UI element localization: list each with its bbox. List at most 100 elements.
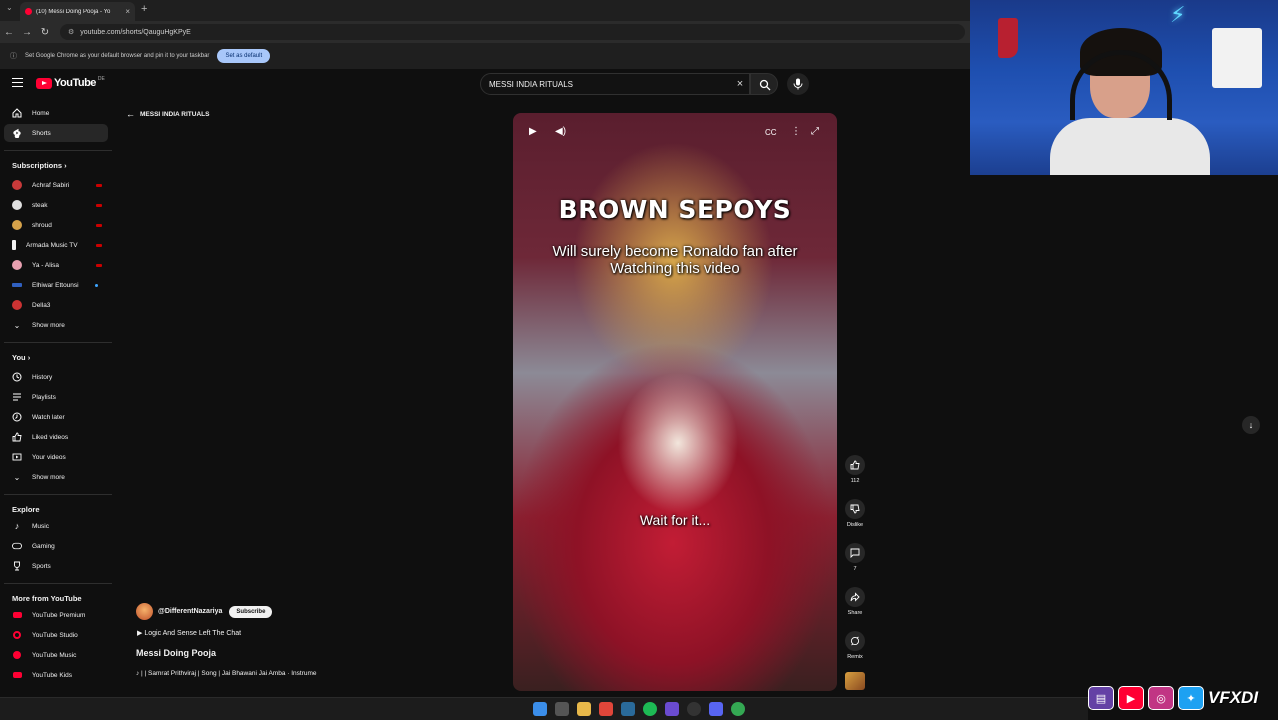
obs-icon[interactable] [687, 702, 701, 716]
share-button[interactable]: Share [843, 587, 867, 616]
subscription-item[interactable]: shroud [4, 216, 108, 234]
site-info-icon[interactable]: ⚙ [68, 28, 74, 36]
subscription-label: Della3 [32, 301, 51, 309]
close-tab-icon[interactable]: × [125, 7, 130, 16]
start-menu-icon[interactable] [533, 702, 547, 716]
subscription-item[interactable]: Elhiwar Ettounsi [4, 276, 108, 294]
more-options-icon[interactable]: ⋮ [791, 126, 801, 137]
file-explorer-icon[interactable] [577, 702, 591, 716]
sidebar-item-gaming[interactable]: Gaming [4, 537, 108, 555]
url-field[interactable]: ⚙ youtube.com/shorts/QauguHgKPyE [60, 24, 965, 40]
video-overlay-subtitle: Will surely become Ronaldo fan after Wat… [552, 243, 798, 277]
reload-icon[interactable]: ↻ [36, 27, 54, 38]
live-indicator-icon [96, 263, 102, 267]
back-icon[interactable]: ← [0, 27, 18, 38]
subscription-item[interactable]: Achraf Sabiri [4, 176, 108, 194]
subscription-label: Elhiwar Ettounsi [32, 281, 79, 289]
tab-title: (10) Messi Doing Pooja - Yo [36, 8, 111, 15]
subscription-item[interactable]: Armada Music TV [4, 236, 108, 254]
playlist-link[interactable]: ▶ Logic And Sense Left The Chat [137, 629, 241, 637]
you-heading-label: You [12, 353, 26, 362]
sidebar-item-sports[interactable]: Sports [4, 557, 108, 575]
channel-avatar [12, 300, 22, 310]
chevron-right-icon: › [64, 161, 67, 170]
social-handle: VFXDI [1208, 688, 1259, 707]
sidebar-item-label: Playlists [32, 393, 56, 401]
clear-search-icon[interactable]: × [731, 78, 749, 90]
forward-icon[interactable]: → [18, 27, 36, 38]
dislike-button[interactable]: Dislike [843, 499, 867, 528]
spotify-icon[interactable] [643, 702, 657, 716]
sidebar-item-label: Watch later [32, 413, 65, 421]
sidebar-item-history[interactable]: History [4, 368, 108, 386]
search-button[interactable] [750, 73, 778, 95]
avatar[interactable] [136, 603, 153, 620]
subscription-label: steak [32, 201, 48, 209]
steam-icon[interactable] [621, 702, 635, 716]
captions-icon[interactable]: CC [765, 128, 777, 137]
task-view-icon[interactable] [555, 702, 569, 716]
channel-avatar [12, 240, 16, 250]
play-icon[interactable]: ▶ [529, 126, 537, 137]
fullscreen-icon[interactable]: ⤢ [811, 126, 819, 137]
sidebar-item-youtube-premium[interactable]: YouTube Premium [4, 606, 108, 624]
streamer-shirt [1050, 118, 1210, 175]
like-button[interactable]: 112 [843, 455, 867, 484]
home-icon [12, 108, 22, 118]
share-icon [845, 587, 865, 607]
sidebar-item-watch-later[interactable]: Watch later [4, 408, 108, 426]
search-value: MESSI INDIA RITUALS [489, 79, 574, 89]
show-more-you[interactable]: ⌄ Show more [4, 468, 108, 486]
audio-source-thumbnail[interactable] [845, 672, 865, 690]
sidebar-item-label: Music [32, 522, 49, 530]
sidebar-item-shorts[interactable]: Shorts [4, 124, 108, 142]
discord-icon[interactable] [709, 702, 723, 716]
new-tab-icon[interactable]: + [141, 3, 147, 15]
browser-tab[interactable]: (10) Messi Doing Pooja - Yo × [20, 2, 135, 21]
set-default-button[interactable]: Set as default [217, 49, 271, 63]
comment-icon [845, 543, 865, 563]
video-editor-icon[interactable] [665, 702, 679, 716]
chrome-icon[interactable] [731, 702, 745, 716]
sidebar-item-youtube-studio[interactable]: YouTube Studio [4, 626, 108, 644]
search-icon [759, 79, 771, 91]
sidebar-item-music[interactable]: ♪ Music [4, 517, 108, 535]
comments-button[interactable]: 7 [843, 543, 867, 572]
search-input[interactable]: MESSI INDIA RITUALS × [480, 73, 750, 95]
menu-icon[interactable] [12, 78, 23, 87]
sidebar-item-label: Home [32, 109, 50, 117]
sidebar-item-home[interactable]: Home [4, 104, 108, 122]
sidebar-item-liked-videos[interactable]: Liked videos [4, 428, 108, 446]
subscription-item[interactable]: Ya - Alisa [4, 256, 108, 274]
subscription-item[interactable]: Della3 [4, 296, 108, 314]
voice-search-button[interactable] [787, 73, 809, 95]
channel-avatar [12, 200, 22, 210]
live-indicator-icon [96, 203, 102, 207]
music-link[interactable]: ♪ | | Samrat Prithviraj | Song | Jai Bha… [136, 670, 317, 677]
back-to-search-link[interactable]: ← MESSI INDIA RITUALS [126, 109, 209, 119]
show-more-subscriptions[interactable]: ⌄ Show more [4, 316, 108, 334]
video-overlay-caption: Wait for it... [639, 512, 711, 528]
sidebar-item-your-videos[interactable]: Your videos [4, 448, 108, 466]
subscribe-button[interactable]: Subscribe [229, 605, 273, 618]
brave-browser-icon[interactable] [599, 702, 613, 716]
remix-button[interactable]: Remix [843, 631, 867, 660]
sidebar-item-playlists[interactable]: Playlists [4, 388, 108, 406]
twitch-icon: ▤ [1088, 686, 1114, 710]
youtube-logo[interactable]: YouTube DE [36, 76, 105, 89]
volume-icon[interactable]: ◀) [555, 126, 566, 137]
shorts-video-player[interactable]: ▶ ◀) CC ⋮ ⤢ BROWN SEPOYS Will surely bec… [513, 113, 837, 691]
next-short-button[interactable]: ↓ [1242, 416, 1260, 434]
history-icon [12, 372, 22, 382]
windows-taskbar [0, 697, 1088, 720]
you-heading[interactable]: You › [12, 353, 30, 362]
subscription-item[interactable]: steak [4, 196, 108, 214]
youtube-premium-icon [12, 610, 22, 620]
subscriptions-heading[interactable]: Subscriptions › [12, 161, 67, 170]
sidebar-item-youtube-kids[interactable]: YouTube Kids [4, 666, 108, 684]
chrome-info-icon: ⓘ [10, 53, 17, 60]
channel-name[interactable]: @DifferentNazariya [158, 608, 222, 615]
sidebar-item-youtube-music[interactable]: YouTube Music [4, 646, 108, 664]
shorts-icon [12, 128, 22, 138]
tab-search-icon[interactable]: ⌄ [6, 3, 13, 12]
